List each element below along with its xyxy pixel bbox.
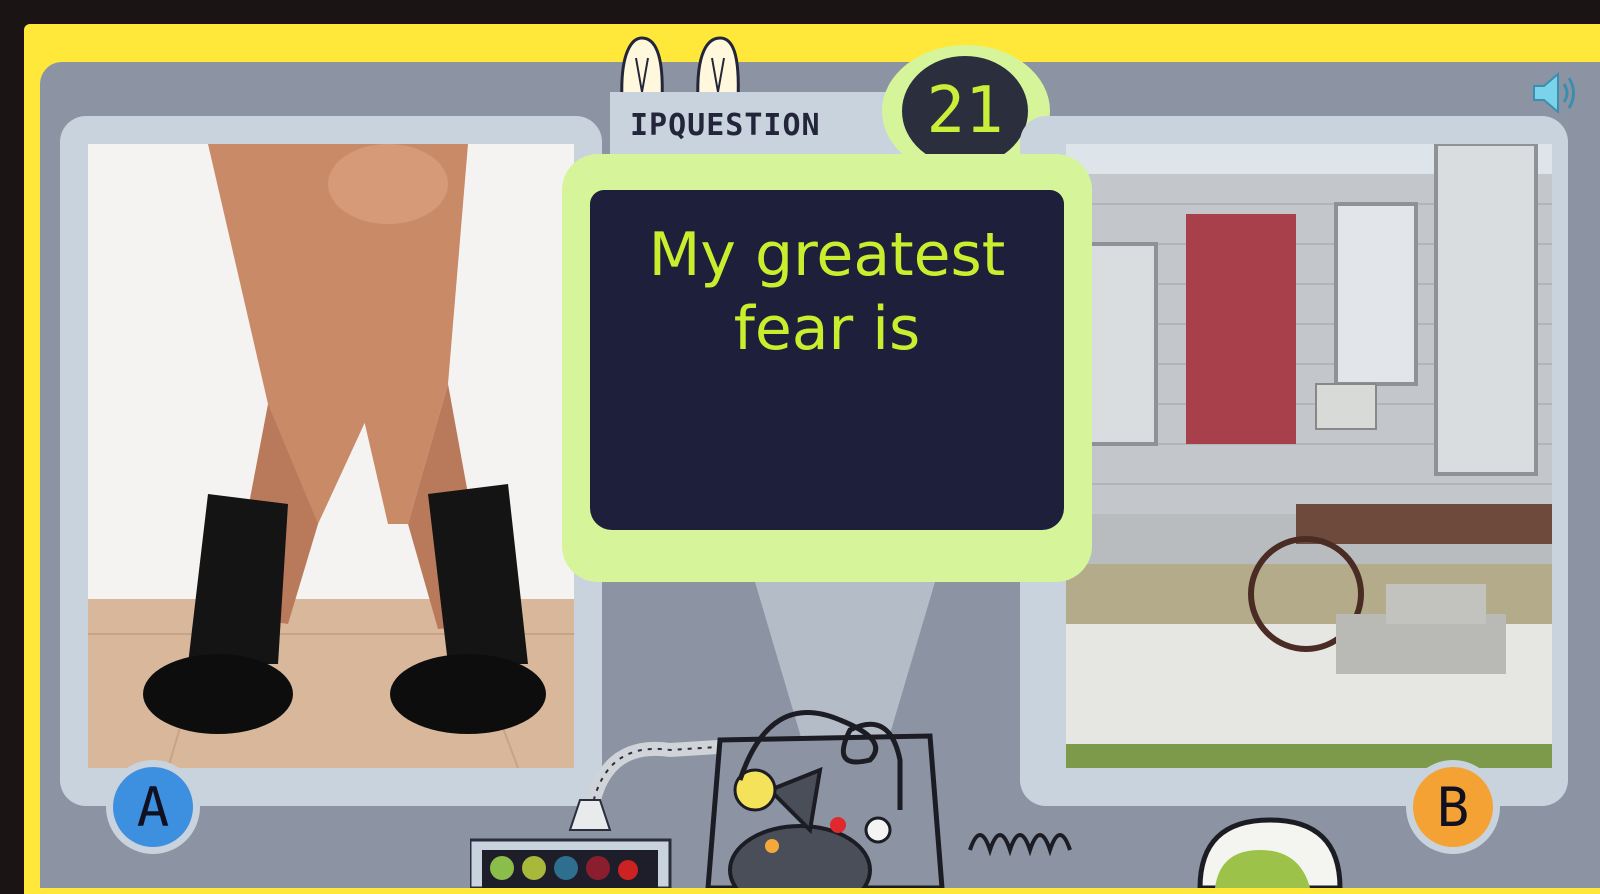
- option-b-image[interactable]: [1066, 144, 1552, 768]
- question-label: IPQUESTION: [630, 108, 821, 143]
- legs-photo: [88, 144, 574, 768]
- question-text: My greatest fear is: [590, 218, 1064, 366]
- option-a-letter: A: [113, 767, 193, 847]
- option-a-badge[interactable]: A: [106, 760, 200, 854]
- trailer-photo: [1066, 144, 1552, 768]
- speaker-icon[interactable]: [1530, 68, 1580, 118]
- question-number: 21: [902, 56, 1028, 166]
- option-a-image[interactable]: [88, 144, 574, 768]
- robot-machine-icon: [470, 710, 1343, 888]
- bunny-ears-icon: [620, 36, 740, 102]
- question-line-2: fear is: [733, 294, 921, 364]
- question-line-1: My greatest: [648, 220, 1006, 290]
